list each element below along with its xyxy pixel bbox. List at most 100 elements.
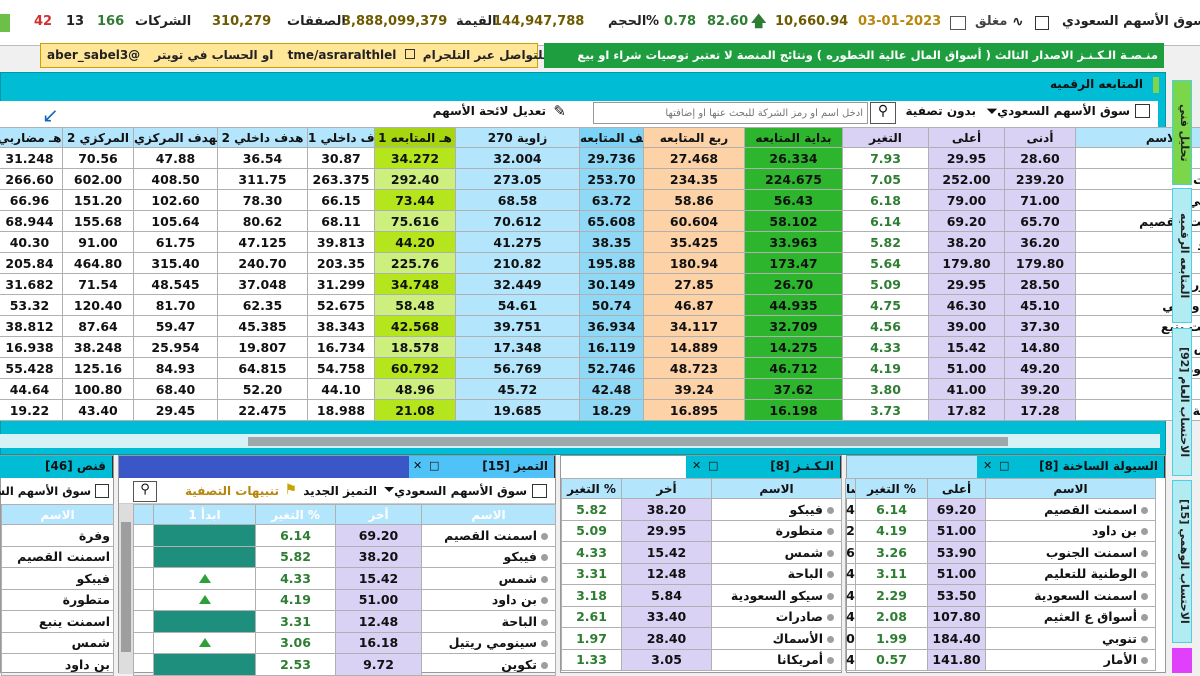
search-icon[interactable]: ⚲ bbox=[870, 102, 896, 124]
table-row[interactable]: 5.0929.95متطورة bbox=[562, 520, 842, 542]
col-header[interactable]: هـ المتابعه 1 bbox=[375, 128, 456, 148]
table-row[interactable]: 3.3112.48الباحة bbox=[562, 563, 842, 585]
col-header[interactable]: أعلى bbox=[929, 128, 1005, 148]
pin-icon[interactable] bbox=[827, 507, 834, 514]
pin-icon[interactable] bbox=[541, 640, 548, 647]
col-change[interactable]: التغير % bbox=[562, 479, 622, 499]
pin-icon[interactable] bbox=[827, 528, 834, 535]
table-row[interactable]: 2.6133.40صادرات bbox=[562, 606, 842, 628]
table-row[interactable]: 4.1951.00بن داود bbox=[134, 589, 556, 611]
telegram-handle[interactable]: tme/asraralthlel bbox=[288, 48, 397, 62]
table-row[interactable]: 4.3315.42شمس bbox=[134, 568, 556, 590]
qanas-tab[interactable]: قنص [46] bbox=[0, 456, 113, 478]
pin-icon[interactable] bbox=[1141, 593, 1148, 600]
table-row[interactable]: 24.1951.00بن داود bbox=[846, 520, 1156, 542]
table-row[interactable]: 3.185.84سيكو السعودية bbox=[562, 585, 842, 607]
tamayuz-tab[interactable]: التميز [15] ✕ □ bbox=[407, 456, 555, 478]
horizontal-scrollbar[interactable] bbox=[0, 434, 1160, 448]
close-icon[interactable]: ✕ bbox=[983, 459, 992, 472]
tab-technical-analysis[interactable]: تحليل فني bbox=[1172, 80, 1192, 185]
market-selector[interactable]: سوق الأسهم السعودي bbox=[997, 104, 1130, 118]
market-selector[interactable]: سوق الأسهم الس bbox=[0, 484, 91, 498]
market-selector[interactable]: سوق الأسهم السعودي bbox=[394, 484, 527, 498]
col-header[interactable]: هدف داخلي 1 bbox=[308, 128, 375, 148]
table-row[interactable]: 55.428125.1684.9364.81554.75860.79256.76… bbox=[0, 358, 1200, 379]
edit-list-button[interactable]: تعديل لائحة الأسهم bbox=[433, 104, 546, 118]
maximize-icon[interactable]: □ bbox=[429, 459, 439, 472]
table-row[interactable]: بن داود bbox=[2, 654, 114, 676]
tab-extra[interactable] bbox=[1172, 648, 1192, 673]
table-row[interactable]: 01.99184.40تنوبي bbox=[846, 628, 1156, 650]
pin-icon[interactable] bbox=[541, 554, 548, 561]
col-sort[interactable] bbox=[134, 505, 154, 525]
pin-icon[interactable] bbox=[827, 550, 834, 557]
table-row[interactable]: 5.8238.20فيبكو bbox=[134, 546, 556, 568]
table-row[interactable]: 42.08107.80أسواق ع العثيم bbox=[846, 606, 1156, 628]
col-header[interactable]: أدنى bbox=[1005, 128, 1076, 148]
pin-icon[interactable] bbox=[541, 576, 548, 583]
pin-icon[interactable] bbox=[1141, 614, 1148, 621]
new-excellence-button[interactable]: التميز الجديد bbox=[303, 484, 377, 498]
table-row[interactable]: فيبكو bbox=[2, 568, 114, 590]
col-start[interactable]: ابدأ 1 bbox=[154, 505, 256, 525]
col-header[interactable]: الهدف المركزي bbox=[134, 128, 218, 148]
table-row[interactable]: 31.24870.5647.8836.5430.8734.27232.00429… bbox=[0, 148, 1200, 169]
table-row[interactable]: 31.68271.5448.54537.04831.29934.74832.44… bbox=[0, 274, 1200, 295]
col-header[interactable]: زاوية 270 bbox=[456, 128, 580, 148]
maximize-icon[interactable]: □ bbox=[999, 459, 1009, 472]
tab-general-calc[interactable]: الاحتساب العام [92] bbox=[1172, 328, 1192, 476]
pin-icon[interactable] bbox=[541, 662, 548, 669]
col-header[interactable]: بداية المتابعه bbox=[745, 128, 843, 148]
twitter-handle[interactable]: aber_sabel3@ bbox=[47, 48, 140, 62]
pin-icon[interactable] bbox=[541, 619, 548, 626]
table-row[interactable]: 63.2653.90اسمنت الجنوب bbox=[846, 542, 1156, 564]
pin-icon[interactable] bbox=[827, 657, 834, 664]
table-row[interactable]: وفرة bbox=[2, 525, 114, 547]
table-row[interactable]: 46.1469.20اسمنت القصيم bbox=[846, 499, 1156, 521]
window-icon[interactable] bbox=[1035, 16, 1049, 30]
pencil-icon[interactable]: ✎ bbox=[553, 102, 566, 120]
col-change[interactable]: التغير % bbox=[256, 505, 336, 525]
table-row[interactable]: 4.3315.42شمس bbox=[562, 542, 842, 564]
filter-selector[interactable]: بدون تصفية bbox=[906, 104, 976, 118]
pin-icon[interactable] bbox=[827, 614, 834, 621]
table-row[interactable]: 6.1469.20اسمنت القصيم bbox=[134, 525, 556, 547]
table-row[interactable]: شمس bbox=[2, 632, 114, 654]
table-row[interactable]: متطورة bbox=[2, 589, 114, 611]
table-row[interactable]: 42.2953.50اسمنت السعودية bbox=[846, 585, 1156, 607]
table-row[interactable]: 68.944155.68105.6480.6268.1175.61670.612… bbox=[0, 211, 1200, 232]
table-row[interactable]: 66.96151.20102.6078.3066.1573.4468.5863.… bbox=[0, 190, 1200, 211]
col-high[interactable]: أخر bbox=[336, 505, 422, 525]
table-row[interactable]: 1.333.05أمريكانا bbox=[562, 649, 842, 671]
col-header[interactable]: هـ مضاربي bbox=[0, 128, 63, 148]
col-header[interactable]: المركزي 2 bbox=[63, 128, 134, 148]
pin-icon[interactable] bbox=[1141, 636, 1148, 643]
col-name[interactable]: الاسم bbox=[986, 479, 1156, 499]
col-change[interactable]: التغير % bbox=[856, 479, 928, 499]
table-row[interactable]: 38.81287.6459.4745.38538.34342.56839.751… bbox=[0, 316, 1200, 337]
col-high[interactable]: أعلى bbox=[928, 479, 986, 499]
tab-virtual-calc[interactable]: الاحتساب الوهمي [15] bbox=[1172, 480, 1192, 643]
pin-icon[interactable] bbox=[827, 636, 834, 643]
table-row[interactable]: 40.57141.80الأمار bbox=[846, 649, 1156, 671]
table-row[interactable]: 5.8238.20فيبكو bbox=[562, 499, 842, 521]
pin-icon[interactable] bbox=[1141, 550, 1148, 557]
pin-icon[interactable] bbox=[1141, 507, 1148, 514]
col-name[interactable]: الاسم bbox=[422, 505, 556, 525]
chart-icon[interactable]: ∿ bbox=[1012, 14, 1024, 30]
calendar-icon[interactable] bbox=[950, 16, 966, 30]
table-row[interactable]: 44.64100.8068.4052.2044.1048.9645.7242.4… bbox=[0, 379, 1200, 400]
table-row[interactable]: 19.2243.4029.4522.47518.98821.0819.68518… bbox=[0, 400, 1200, 421]
table-row[interactable]: 16.93838.24825.95419.80716.73418.57817.3… bbox=[0, 337, 1200, 358]
close-icon[interactable]: ✕ bbox=[413, 459, 422, 472]
vertical-scrollbar[interactable] bbox=[119, 504, 133, 674]
table-row[interactable]: 1.9728.40الأسماك bbox=[562, 628, 842, 650]
table-row[interactable]: 3.0616.18سينومي ريتيل bbox=[134, 632, 556, 654]
table-row[interactable]: اسمنت القصيم bbox=[2, 546, 114, 568]
table-row[interactable]: 43.1151.00الوطنية للتعليم bbox=[846, 563, 1156, 585]
pin-icon[interactable] bbox=[1141, 657, 1148, 664]
table-row[interactable]: 3.3112.48الباحة bbox=[134, 611, 556, 633]
pin-icon[interactable] bbox=[827, 593, 834, 600]
close-icon[interactable]: ✕ bbox=[692, 459, 701, 472]
liquidity-tab[interactable]: السيولة الساخنة [8] ✕ □ bbox=[975, 456, 1165, 478]
